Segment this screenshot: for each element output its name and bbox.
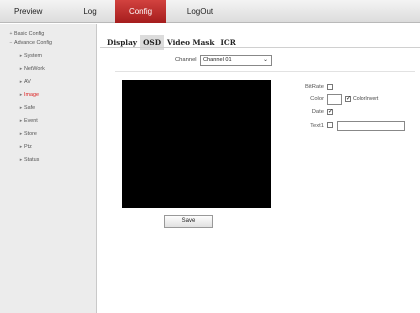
sidebar-item-label: Safe: [24, 105, 36, 111]
text1-checkbox[interactable]: [327, 122, 333, 128]
sidebar-item-label: NetWork: [24, 66, 45, 72]
sidebar-item-label: Image: [24, 92, 39, 98]
channel-label: Channel: [175, 57, 197, 63]
channel-selected-value: Channel 01: [203, 57, 232, 63]
image-tabs: Display OSD Video Mask ICR: [104, 32, 239, 50]
nav-preview[interactable]: Preview: [14, 0, 50, 23]
sidebar-item-status[interactable]: ▸ Status: [18, 156, 40, 165]
nav-log[interactable]: Log: [80, 0, 100, 23]
nav-logout[interactable]: LogOut: [180, 0, 220, 23]
sidebar-item-label: Store: [24, 131, 37, 137]
bitrate-label: BitRate: [304, 84, 324, 90]
channel-divider: [115, 71, 415, 72]
top-nav: Preview Log Config LogOut: [0, 0, 420, 23]
channel-select[interactable]: Channel 01 ⌄: [200, 55, 272, 66]
save-button[interactable]: Save: [164, 215, 213, 228]
colorinvert-checkbox[interactable]: [345, 95, 351, 103]
bitrate-checkbox[interactable]: [327, 84, 333, 90]
date-checkbox[interactable]: [327, 108, 333, 116]
color-label: Color: [310, 96, 324, 102]
chevron-down-icon: ⌄: [262, 57, 268, 63]
sidebar-item-label: Basic Config: [14, 31, 45, 37]
sidebar-item-system[interactable]: ▸ System: [18, 52, 42, 61]
sidebar-item-label: Event: [24, 118, 38, 124]
colorinvert-label: ColorInvert: [353, 96, 379, 102]
sidebar-item-network[interactable]: ▸ NetWork: [18, 65, 45, 74]
text1-input[interactable]: [337, 121, 405, 131]
sidebar-item-label: Status: [24, 157, 40, 163]
sidebar-item-safe[interactable]: ▸ Safe: [18, 104, 35, 113]
sidebar-advance-config[interactable]: − Advance Config: [8, 39, 53, 48]
sidebar: + Basic Config − Advance Config ▸ System ▸ N…: [0, 24, 97, 313]
video-preview[interactable]: [122, 80, 271, 208]
nav-config[interactable]: Config: [115, 0, 166, 23]
tab-divider: [100, 47, 420, 48]
sidebar-item-label: Ptz: [24, 144, 32, 150]
sidebar-item-label: Advance Config: [14, 40, 53, 46]
sidebar-item-store[interactable]: ▸ Store: [18, 130, 37, 139]
sidebar-item-label: System: [24, 53, 42, 59]
sidebar-item-ptz[interactable]: ▸ Ptz: [18, 143, 32, 152]
sidebar-basic-config[interactable]: + Basic Config: [8, 30, 45, 39]
sidebar-item-label: AV: [24, 79, 31, 85]
text1-label: Text1: [310, 123, 324, 129]
date-label: Date: [311, 109, 324, 115]
sidebar-item-av[interactable]: ▸ AV: [18, 78, 31, 87]
sidebar-item-event[interactable]: ▸ Event: [18, 117, 38, 126]
color-picker[interactable]: [327, 94, 342, 105]
sidebar-item-image[interactable]: ▸ Image: [18, 91, 39, 100]
